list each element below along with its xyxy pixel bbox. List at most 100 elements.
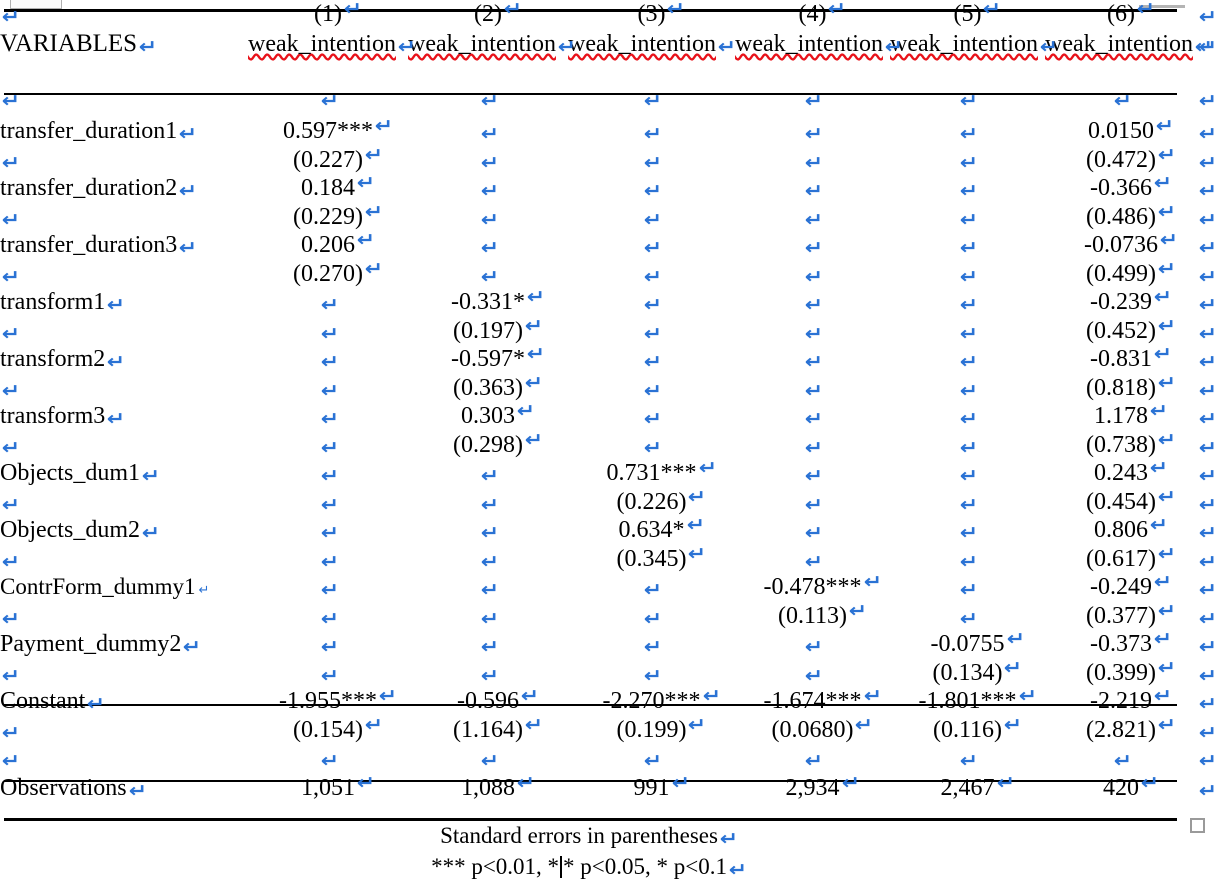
coefficient-r7-c1[interactable]: ↵ [248, 516, 408, 545]
dependent-variable-4[interactable]: weak_intention↵ [735, 30, 903, 84]
row-label-continuation-7[interactable]: ↵ [0, 545, 248, 574]
row-label-continuation-3[interactable]: ↵ [0, 317, 248, 346]
spacer-cell[interactable]: ↵ [0, 744, 248, 774]
std-error-r9-c6[interactable]: (0.399) ↵ [1045, 658, 1197, 688]
std-error-r9-c5[interactable]: (0.134) ↵ [890, 658, 1045, 688]
std-error-r8-c3[interactable]: ↵ [568, 602, 735, 631]
std-error-r3-c3[interactable]: ↵ [568, 317, 735, 346]
coefficient-r1-c3[interactable]: ↵ [568, 174, 735, 203]
model-number-4[interactable]: (4) ↵ [735, 0, 890, 30]
coefficient-r1-c2[interactable]: ↵ [408, 174, 568, 203]
row-label-continuation-5[interactable]: ↵ [0, 431, 248, 460]
spacer-cell[interactable]: ↵ [568, 744, 735, 774]
coefficient-r8-c1[interactable]: ↵ [248, 573, 408, 602]
coefficient-r6-c6[interactable]: 0.243 ↵ [1045, 459, 1197, 488]
dependent-variable-5[interactable]: weak_intention↵ [890, 30, 1058, 84]
spacer-cell[interactable]: ↵ [1045, 744, 1197, 774]
row-label-continuation-1[interactable]: ↵ [0, 203, 248, 232]
spacer-cell[interactable]: ↵ [1045, 84, 1197, 117]
std-error-r2-c3[interactable]: ↵ [568, 260, 735, 289]
std-error-r7-c6[interactable]: (0.617) ↵ [1045, 544, 1197, 574]
std-error-r1-c2[interactable]: ↵ [408, 203, 568, 232]
std-error-r5-c6[interactable]: (0.738) ↵ [1045, 430, 1197, 460]
std-error-r9-c4[interactable]: ↵ [735, 659, 890, 688]
coefficient-r10-c1[interactable]: -1.955*** ↵ [248, 687, 408, 716]
spacer-cell[interactable]: ↵ [890, 744, 1045, 774]
std-error-r0-c1[interactable]: (0.227) ↵ [248, 145, 408, 175]
std-error-r3-c2[interactable]: (0.197) ↵ [408, 316, 568, 346]
spacer-cell[interactable]: ↵ [0, 84, 248, 117]
coefficient-r9-c2[interactable]: ↵ [408, 630, 568, 659]
coefficient-r3-c2[interactable]: -0.331* ↵ [408, 288, 568, 317]
coefficient-r10-c3[interactable]: -2.270*** ↵ [568, 687, 735, 716]
row-label-continuation-10[interactable]: ↵ [0, 716, 248, 745]
std-error-r10-c5[interactable]: (0.116) ↵ [890, 715, 1045, 745]
row-label-0[interactable]: transfer_duration1↵ [0, 117, 248, 146]
coefficient-r2-c3[interactable]: ↵ [568, 231, 735, 260]
coefficient-r9-c6[interactable]: -0.373 ↵ [1045, 630, 1197, 659]
coefficient-r4-c3[interactable]: ↵ [568, 345, 735, 374]
observations-c3[interactable]: 991 ↵ [568, 774, 735, 803]
std-error-r5-c3[interactable]: ↵ [568, 431, 735, 460]
row-label-6[interactable]: Objects_dum1↵ [0, 459, 248, 488]
std-error-r3-c4[interactable]: ↵ [735, 317, 890, 346]
std-error-r0-c3[interactable]: ↵ [568, 146, 735, 175]
row-label-9[interactable]: Payment_dummy2↵ [0, 630, 248, 659]
coefficient-r10-c6[interactable]: -2.219 ↵ [1045, 687, 1197, 716]
coefficient-r9-c4[interactable]: ↵ [735, 630, 890, 659]
std-error-r7-c2[interactable]: ↵ [408, 545, 568, 574]
std-error-r0-c2[interactable]: ↵ [408, 146, 568, 175]
std-error-r0-c6[interactable]: (0.472) ↵ [1045, 145, 1197, 175]
std-error-r5-c2[interactable]: (0.298) ↵ [408, 430, 568, 460]
spacer-cell[interactable]: ↵ [735, 84, 890, 117]
observations-c4[interactable]: 2,934 ↵ [735, 774, 890, 803]
coefficient-r6-c1[interactable]: ↵ [248, 459, 408, 488]
std-error-r2-c1[interactable]: (0.270) ↵ [248, 259, 408, 289]
coefficient-r6-c5[interactable]: ↵ [890, 459, 1045, 488]
coefficient-r1-c6[interactable]: -0.366 ↵ [1045, 174, 1197, 203]
std-error-r3-c5[interactable]: ↵ [890, 317, 1045, 346]
row-label-continuation-6[interactable]: ↵ [0, 488, 248, 517]
model-number-3[interactable]: (3) ↵ [568, 0, 735, 30]
spacer-cell[interactable]: ↵ [248, 84, 408, 117]
coefficient-r5-c1[interactable]: ↵ [248, 402, 408, 431]
std-error-r4-c4[interactable]: ↵ [735, 374, 890, 403]
std-error-r6-c2[interactable]: ↵ [408, 488, 568, 517]
std-error-r3-c6[interactable]: (0.452) ↵ [1045, 316, 1197, 346]
coefficient-r4-c6[interactable]: -0.831 ↵ [1045, 345, 1197, 374]
std-error-r10-c2[interactable]: (1.164) ↵ [408, 715, 568, 745]
coefficient-r2-c5[interactable]: ↵ [890, 231, 1045, 260]
std-error-r1-c1[interactable]: (0.229) ↵ [248, 202, 408, 232]
coefficient-r7-c2[interactable]: ↵ [408, 516, 568, 545]
model-number-2[interactable]: (2) ↵ [408, 0, 568, 30]
std-error-r8-c2[interactable]: ↵ [408, 602, 568, 631]
coefficient-r2-c1[interactable]: 0.206 ↵ [248, 231, 408, 260]
coefficient-r6-c4[interactable]: ↵ [735, 459, 890, 488]
std-error-r9-c3[interactable]: ↵ [568, 659, 735, 688]
std-error-r4-c1[interactable]: ↵ [248, 374, 408, 403]
std-error-r1-c5[interactable]: ↵ [890, 203, 1045, 232]
std-error-r6-c1[interactable]: ↵ [248, 488, 408, 517]
std-error-r7-c4[interactable]: ↵ [735, 545, 890, 574]
std-error-r9-c1[interactable]: ↵ [248, 659, 408, 688]
std-error-r4-c5[interactable]: ↵ [890, 374, 1045, 403]
coefficient-r5-c3[interactable]: ↵ [568, 402, 735, 431]
std-error-r5-c5[interactable]: ↵ [890, 431, 1045, 460]
row-label-continuation-4[interactable]: ↵ [0, 374, 248, 403]
header-blank-cell[interactable]: ↵ [0, 0, 248, 30]
row-label-3[interactable]: transform1↵ [0, 288, 248, 317]
dependent-variable-1[interactable]: weak_intention↵ [248, 30, 416, 84]
coefficient-r8-c3[interactable]: ↵ [568, 573, 735, 602]
coefficient-r9-c5[interactable]: -0.0755 ↵ [890, 630, 1045, 659]
model-number-6[interactable]: (6) ↵ [1045, 0, 1197, 30]
std-error-r7-c1[interactable]: ↵ [248, 545, 408, 574]
std-error-r4-c2[interactable]: (0.363) ↵ [408, 373, 568, 403]
std-error-r9-c2[interactable]: ↵ [408, 659, 568, 688]
std-error-r1-c6[interactable]: (0.486) ↵ [1045, 202, 1197, 232]
coefficient-r9-c1[interactable]: ↵ [248, 630, 408, 659]
model-number-5[interactable]: (5) ↵ [890, 0, 1045, 30]
observations-c6[interactable]: 420 ↵ [1045, 774, 1197, 803]
std-error-r1-c3[interactable]: ↵ [568, 203, 735, 232]
std-error-r0-c4[interactable]: ↵ [735, 146, 890, 175]
coefficient-r10-c2[interactable]: -0.596 ↵ [408, 687, 568, 716]
